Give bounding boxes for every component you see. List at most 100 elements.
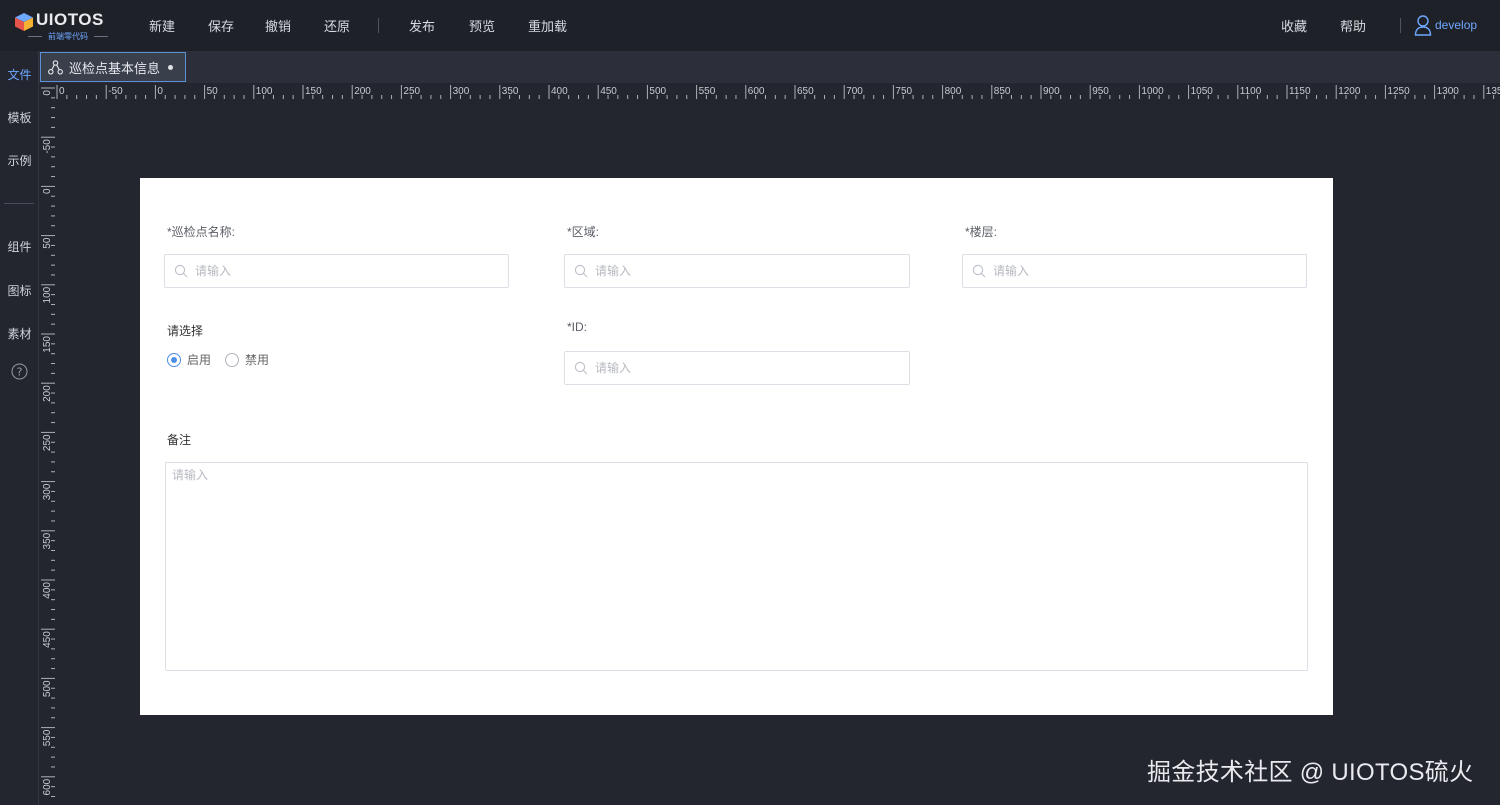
save-button[interactable]: 保存 bbox=[208, 16, 234, 35]
ruler-label: 0 bbox=[59, 86, 65, 97]
question-icon[interactable]: ? bbox=[11, 363, 28, 380]
ruler-label: 1350 bbox=[1486, 86, 1500, 97]
unsaved-dot bbox=[168, 64, 174, 70]
sidebar-item-material[interactable]: 素材 bbox=[0, 325, 39, 342]
search-icon bbox=[174, 264, 188, 278]
tab-bar: 巡检点基本信息 bbox=[39, 51, 1500, 83]
ruler-label: 850 bbox=[994, 86, 1011, 97]
ruler-label: 250 bbox=[403, 86, 420, 97]
publish-button[interactable]: 发布 bbox=[409, 16, 435, 35]
floor-label: *楼层: bbox=[965, 225, 998, 239]
ruler-label: 150 bbox=[42, 336, 53, 353]
search-icon bbox=[574, 361, 588, 375]
search-icon bbox=[972, 264, 986, 278]
ruler-label: 100 bbox=[256, 86, 273, 97]
remark-textarea[interactable] bbox=[165, 462, 1308, 671]
ruler-label: 0 bbox=[42, 90, 53, 96]
left-sidebar: 文件 模板 示例 组件 图标 素材 ? bbox=[0, 51, 39, 805]
ruler-label: 1100 bbox=[1240, 86, 1262, 97]
ruler-label: 1300 bbox=[1437, 86, 1460, 97]
ruler-label: 900 bbox=[1043, 86, 1060, 97]
brand-name: UIOTOS bbox=[36, 10, 104, 29]
preview-button[interactable]: 预览 bbox=[469, 16, 495, 35]
name-label: *巡检点名称: bbox=[167, 225, 236, 239]
ruler-label: 500 bbox=[42, 680, 53, 697]
ruler-label: 450 bbox=[600, 86, 617, 97]
ruler-label: 250 bbox=[42, 434, 53, 451]
ruler-label: 450 bbox=[42, 631, 53, 648]
id-input-wrap bbox=[564, 351, 910, 385]
ruler-label: 200 bbox=[42, 385, 53, 402]
ruler-label: 650 bbox=[797, 86, 814, 97]
area-input[interactable] bbox=[595, 264, 871, 278]
redo-button[interactable]: 还原 bbox=[324, 16, 350, 35]
status-radio-group: 启用 禁用 bbox=[167, 351, 283, 368]
ruler-label: 600 bbox=[42, 778, 53, 795]
ruler-label: -50 bbox=[42, 139, 53, 154]
radio-disable-circle[interactable] bbox=[225, 352, 240, 367]
ruler-label: 50 bbox=[42, 237, 53, 249]
name-input[interactable] bbox=[195, 264, 470, 278]
ruler-label: 1150 bbox=[1289, 86, 1311, 97]
ruler-label: 50 bbox=[207, 86, 219, 97]
form-canvas: *巡检点名称: *区域: *楼层: 请选择 启用 禁用 *ID: 备注 bbox=[140, 178, 1333, 715]
top-bar: UIOTOS 前端零代码 新建 保存 撤销 还原 发布 预览 重加载 收藏 帮助… bbox=[0, 0, 1500, 51]
sidebar-divider bbox=[4, 203, 34, 204]
sidebar-item-icon[interactable]: 图标 bbox=[0, 282, 39, 299]
id-input[interactable] bbox=[595, 361, 871, 375]
ruler-label: 0 bbox=[42, 188, 53, 194]
area-label: *区域: bbox=[567, 225, 600, 239]
ruler-label: 0 bbox=[157, 86, 163, 97]
floor-input[interactable] bbox=[993, 264, 1268, 278]
ruler-label: 550 bbox=[699, 86, 716, 97]
id-label: *ID: bbox=[567, 320, 588, 334]
remark-label: 备注 bbox=[167, 433, 192, 447]
radio-enable[interactable]: 启用 bbox=[167, 351, 211, 368]
ruler-label: 400 bbox=[551, 86, 568, 97]
ruler-label: 350 bbox=[42, 532, 53, 549]
brand-tagline: 前端零代码 bbox=[28, 31, 108, 42]
reload-button[interactable]: 重加载 bbox=[528, 16, 567, 35]
favorite-button[interactable]: 收藏 bbox=[1281, 16, 1307, 35]
ruler-label: 400 bbox=[42, 582, 53, 599]
ruler-label: 950 bbox=[1092, 86, 1109, 97]
sidebar-item-component[interactable]: 组件 bbox=[0, 238, 39, 255]
radio-enable-circle[interactable] bbox=[167, 352, 181, 367]
menu-new-wrap: 新建 bbox=[149, 0, 175, 51]
ruler-label: -50 bbox=[108, 86, 123, 97]
ruler-label: 800 bbox=[945, 86, 962, 97]
sidebar-item-example[interactable]: 示例 bbox=[0, 152, 39, 169]
ruler-label: 100 bbox=[42, 286, 53, 303]
ruler-label: 200 bbox=[354, 86, 371, 97]
ruler-label: 300 bbox=[453, 86, 470, 97]
new-button[interactable]: 新建 bbox=[149, 16, 175, 35]
sidebar-item-file[interactable]: 文件 bbox=[0, 66, 39, 83]
horizontal-ruler: 0 -50 0 50 100 150 200 250 300 350 400 450 500 550 600… bbox=[39, 83, 1500, 101]
tab-patrol-point-info[interactable]: 巡检点基本信息 bbox=[40, 52, 186, 82]
user-menu[interactable]: develop bbox=[1414, 14, 1477, 36]
ruler-label: 600 bbox=[748, 86, 765, 97]
search-icon bbox=[574, 264, 588, 278]
user-icon bbox=[1414, 15, 1432, 36]
radio-disable[interactable]: 禁用 bbox=[225, 351, 269, 368]
ruler-label: 1200 bbox=[1338, 86, 1361, 97]
ruler-label: 1250 bbox=[1387, 86, 1410, 97]
undo-button[interactable]: 撤销 bbox=[265, 16, 291, 35]
ruler-label: 700 bbox=[846, 86, 863, 97]
tab-title: 巡检点基本信息 bbox=[69, 60, 161, 76]
node-graph-icon bbox=[48, 59, 63, 75]
username: develop bbox=[1435, 18, 1478, 32]
sidebar-item-template[interactable]: 模板 bbox=[0, 109, 39, 126]
select-label: 请选择 bbox=[167, 324, 204, 338]
ruler-label: 1000 bbox=[1141, 86, 1164, 97]
help-button[interactable]: 帮助 bbox=[1340, 16, 1366, 35]
logo: UIOTOS 前端零代码 bbox=[14, 8, 114, 42]
menu-separator bbox=[378, 18, 379, 33]
ruler-label: 750 bbox=[895, 86, 912, 97]
ruler-label: 500 bbox=[649, 86, 666, 97]
radio-enable-label: 启用 bbox=[187, 353, 212, 367]
ruler-label: 550 bbox=[42, 729, 53, 746]
radio-disable-label: 禁用 bbox=[245, 353, 270, 367]
name-input-wrap bbox=[164, 254, 509, 288]
vertical-ruler: 0 -50 0 50 100 150 200 250 300 350 400 450 500 550 600 bbox=[39, 83, 57, 805]
